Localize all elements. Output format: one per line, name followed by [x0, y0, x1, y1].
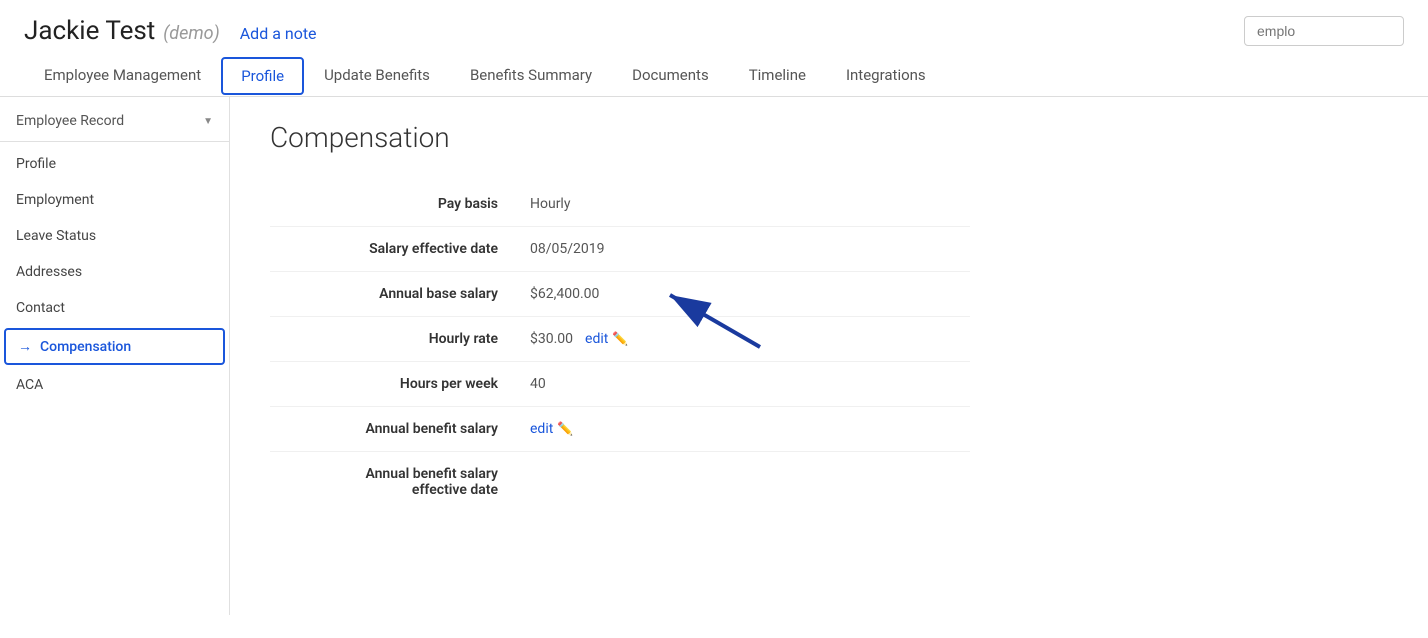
field-label-hourly-rate: Hourly rate [270, 331, 530, 347]
sidebar-item-aca[interactable]: ACA [0, 367, 229, 403]
tab-employee-management[interactable]: Employee Management [24, 54, 221, 96]
field-label-pay-basis: Pay basis [270, 196, 530, 212]
tab-benefits-summary[interactable]: Benefits Summary [450, 54, 612, 96]
field-value-salary-effective-date: 08/05/2019 [530, 241, 605, 257]
tab-documents[interactable]: Documents [612, 54, 729, 96]
main-layout: Employee Record ▼ Profile Employment Lea… [0, 97, 1428, 615]
header-left: Jackie Test (demo) Add a note [24, 16, 317, 46]
tab-timeline[interactable]: Timeline [729, 54, 826, 96]
comp-row-annual-benefit-salary: Annual benefit salary edit ✏️ [270, 407, 970, 452]
sidebar-section-label: Employee Record [16, 113, 124, 129]
section-title: Compensation [270, 121, 1388, 154]
sidebar-item-label: ACA [16, 377, 43, 393]
field-value-annual-base-salary: $62,400.00 [530, 286, 599, 302]
comp-row-pay-basis: Pay basis Hourly [270, 182, 970, 227]
field-value-annual-benefit-salary: edit ✏️ [530, 421, 574, 437]
sidebar-item-addresses[interactable]: Addresses [0, 254, 229, 290]
compensation-table: Pay basis Hourly Salary effective date 0… [270, 182, 970, 512]
sidebar-item-label: Compensation [40, 339, 131, 355]
demo-tag: (demo) [163, 23, 219, 44]
sidebar-item-profile[interactable]: Profile [0, 146, 229, 182]
comp-row-hours-per-week: Hours per week 40 [270, 362, 970, 407]
field-value-hours-per-week: 40 [530, 376, 546, 392]
employee-name: Jackie Test [24, 16, 155, 46]
tab-integrations[interactable]: Integrations [826, 54, 946, 96]
comp-row-hourly-rate: Hourly rate $30.00 edit ✏️ [270, 317, 970, 362]
arrow-right-icon: → [18, 338, 32, 355]
comp-row-salary-effective-date: Salary effective date 08/05/2019 [270, 227, 970, 272]
chevron-down-icon: ▼ [203, 116, 213, 127]
tab-update-benefits[interactable]: Update Benefits [304, 54, 450, 96]
sidebar-item-employment[interactable]: Employment [0, 182, 229, 218]
comp-row-annual-benefit-salary-effective-date: Annual benefit salaryeffective date [270, 452, 970, 512]
sidebar-item-label: Leave Status [16, 228, 96, 244]
add-note-link[interactable]: Add a note [240, 24, 317, 43]
sidebar-item-label: Employment [16, 192, 94, 208]
sidebar: Employee Record ▼ Profile Employment Lea… [0, 97, 230, 615]
edit-annual-benefit-salary-link[interactable]: edit ✏️ [530, 421, 574, 437]
pencil-icon: ✏️ [612, 332, 628, 347]
pencil-icon: ✏️ [557, 422, 573, 437]
sidebar-item-label: Profile [16, 156, 56, 172]
field-label-salary-effective-date: Salary effective date [270, 241, 530, 257]
search-input[interactable] [1244, 16, 1404, 46]
hourly-rate-value: $30.00 [530, 331, 573, 347]
sidebar-items: Profile Employment Leave Status Addresse… [0, 142, 229, 407]
field-value-hourly-rate: $30.00 edit ✏️ [530, 331, 629, 347]
sidebar-item-label: Addresses [16, 264, 82, 280]
field-label-annual-benefit-salary-effective-date: Annual benefit salaryeffective date [270, 466, 530, 498]
content-area: Compensation Pay basis Hourly Salary eff… [230, 97, 1428, 615]
tab-profile[interactable]: Profile [221, 57, 304, 95]
field-label-annual-base-salary: Annual base salary [270, 286, 530, 302]
nav-tabs: Employee Management Profile Update Benef… [0, 54, 1428, 97]
sidebar-item-compensation[interactable]: → Compensation [4, 328, 225, 365]
edit-hourly-rate-link[interactable]: edit ✏️ [585, 331, 629, 347]
sidebar-item-contact[interactable]: Contact [0, 290, 229, 326]
sidebar-item-label: Contact [16, 300, 65, 316]
field-label-annual-benefit-salary: Annual benefit salary [270, 421, 530, 437]
sidebar-section-header[interactable]: Employee Record ▼ [0, 97, 229, 142]
sidebar-item-leave-status[interactable]: Leave Status [0, 218, 229, 254]
field-label-hours-per-week: Hours per week [270, 376, 530, 392]
comp-row-annual-base-salary: Annual base salary $62,400.00 [270, 272, 970, 317]
page-header: Jackie Test (demo) Add a note [0, 0, 1428, 46]
field-value-pay-basis: Hourly [530, 196, 570, 212]
